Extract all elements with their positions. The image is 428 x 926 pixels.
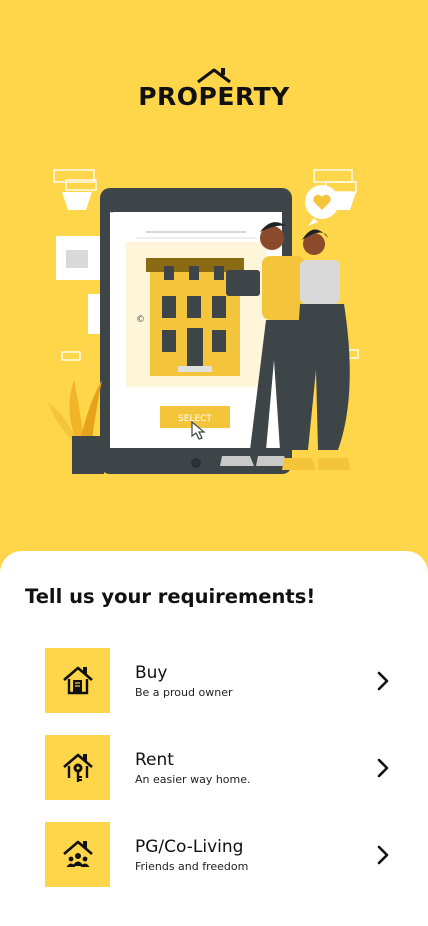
option-text: Rent An easier way home. bbox=[135, 750, 373, 786]
option-label: Buy bbox=[135, 662, 168, 683]
option-subtitle: Be a proud owner bbox=[135, 685, 233, 699]
option-icon-box bbox=[45, 822, 110, 887]
property-illustration: © SELECT bbox=[48, 169, 359, 474]
option-label: Rent bbox=[135, 749, 174, 770]
chevron-right-icon[interactable] bbox=[373, 844, 393, 866]
house-document-icon bbox=[62, 666, 93, 694]
option-buy[interactable]: Buy Be a proud owner bbox=[45, 648, 405, 713]
option-text: Buy Be a proud owner bbox=[135, 663, 373, 699]
brand-logo: PROPERTY bbox=[0, 66, 428, 111]
option-icon-box bbox=[45, 735, 110, 800]
option-subtitle: Friends and freedom bbox=[135, 859, 249, 873]
house-key-icon bbox=[62, 753, 93, 782]
chevron-right-icon[interactable] bbox=[373, 670, 393, 692]
chevron-right-icon[interactable] bbox=[373, 757, 393, 779]
option-pg-coliving[interactable]: PG/Co-Living Friends and freedom bbox=[45, 822, 405, 887]
svg-text:©: © bbox=[136, 315, 145, 325]
option-subtitle: An easier way home. bbox=[135, 772, 251, 786]
option-rent[interactable]: Rent An easier way home. bbox=[45, 735, 405, 800]
option-text: PG/Co-Living Friends and freedom bbox=[135, 837, 373, 873]
select-button-text: SELECT bbox=[178, 414, 212, 424]
brand-name: PROPERTY bbox=[138, 82, 290, 111]
option-icon-box bbox=[45, 648, 110, 713]
sheet-title: Tell us your requirements! bbox=[25, 585, 316, 608]
app-screen: PROPERTY © SELECT Tell us your requireme… bbox=[0, 0, 428, 926]
option-label: PG/Co-Living bbox=[135, 836, 244, 857]
house-people-icon bbox=[62, 840, 93, 867]
requirements-sheet: Tell us your requirements! Buy Be a prou… bbox=[0, 551, 428, 926]
